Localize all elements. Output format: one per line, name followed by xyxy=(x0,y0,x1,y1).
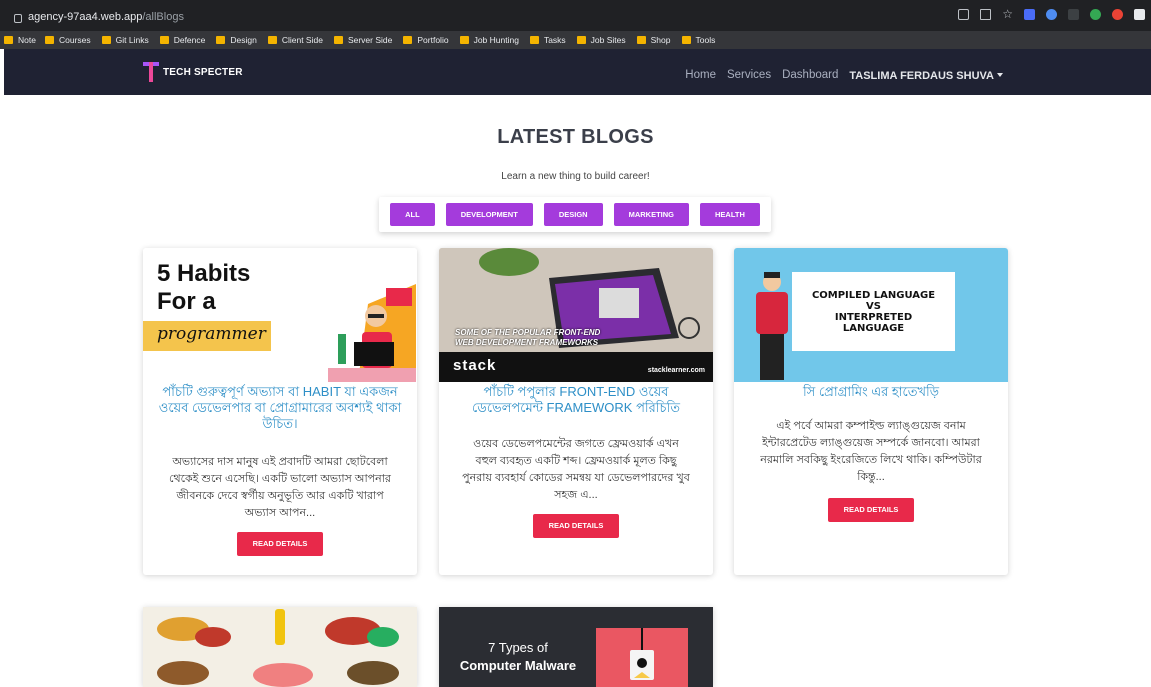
category-filter-bar: ALL DEVELOPMENT DESIGN MARKETING HEALTH xyxy=(379,197,771,232)
nav-link-dashboard[interactable]: Dashboard xyxy=(782,69,838,81)
blog-title[interactable]: সি প্রোগ্রামিং এর হাতেখড়ি xyxy=(734,384,1008,400)
tab-search-icon[interactable] xyxy=(958,9,970,20)
folder-icon xyxy=(529,36,539,44)
image-headline: 7 Types of Computer Malware xyxy=(459,640,577,673)
filter-development-button[interactable]: DEVELOPMENT xyxy=(445,203,533,226)
stack-logo: stack xyxy=(453,357,497,374)
extension-off-icon[interactable] xyxy=(1068,9,1079,20)
filter-design-button[interactable]: DESIGN xyxy=(543,203,603,226)
folder-icon xyxy=(4,36,13,44)
extension-g-icon[interactable] xyxy=(1090,9,1101,20)
bookmark-item[interactable]: Defence xyxy=(159,35,205,45)
bookmark-item[interactable]: Git Links xyxy=(101,35,149,45)
malware-illustration xyxy=(596,628,688,687)
bookmark-item[interactable]: Courses xyxy=(44,35,91,45)
bookmark-item[interactable]: Client Side xyxy=(267,35,323,45)
bookmark-item[interactable]: Shop xyxy=(636,35,671,45)
image-headline: COMPILED LANGUAGE VS INTERPRETED LANGUAG… xyxy=(811,290,936,334)
bookmark-item[interactable]: Job Sites xyxy=(576,35,626,45)
nav-link-home[interactable]: Home xyxy=(685,69,716,81)
presenter-illustration xyxy=(756,272,788,380)
folder-icon xyxy=(576,36,586,44)
blog-card-image: COMPILED LANGUAGE VS INTERPRETED LANGUAG… xyxy=(734,248,1008,382)
envelope-skull-icon xyxy=(630,628,654,680)
filter-health-button[interactable]: HEALTH xyxy=(700,203,760,226)
blog-description: এই পর্বে আমরা কম্পাইল্ড ল্যাঙ্গুয়েজ বনা… xyxy=(760,420,982,483)
blog-card: 5 Habits For a programmer পাঁচটি গুরুত্বপ… xyxy=(143,248,417,575)
folder-icon xyxy=(681,36,691,44)
user-name: TASLIMA FERDAUS SHUVA xyxy=(849,70,994,82)
nav-links: Home Services Dashboard TASLIMA FERDAUS … xyxy=(685,66,1003,84)
blog-description: ওয়েব ডেভেলপমেন্টের জগতে ফ্রেমওয়ার্ক এখ… xyxy=(462,438,690,501)
folder-icon xyxy=(216,36,226,44)
url-path: /allBlogs xyxy=(142,11,184,23)
bookmark-item[interactable]: Job Hunting xyxy=(459,35,519,45)
food-illustration xyxy=(143,607,417,687)
browser-toolbar: agency-97aa4.web.app/allBlogs ☆ xyxy=(0,0,1151,31)
address-bar[interactable]: agency-97aa4.web.app/allBlogs xyxy=(0,6,184,28)
extension-bar: ☆ xyxy=(958,8,1145,20)
bookmark-item[interactable]: Server Side xyxy=(333,35,392,45)
star-icon[interactable]: ☆ xyxy=(1002,8,1013,20)
site-navbar: TECH SPECTER Home Services Dashboard TAS… xyxy=(4,49,1151,95)
share-icon[interactable] xyxy=(980,9,992,20)
read-details-button[interactable]: READ DETAILS xyxy=(533,514,619,538)
nav-link-services[interactable]: Services xyxy=(727,69,771,81)
folder-icon xyxy=(403,36,413,44)
brand-name: TECH SPECTER xyxy=(163,66,243,78)
programmer-illustration xyxy=(328,284,416,382)
bookmark-item[interactable]: Portfolio xyxy=(403,35,449,45)
bookmark-item[interactable]: Tasks xyxy=(529,35,566,45)
filter-all-button[interactable]: ALL xyxy=(390,203,435,226)
folder-icon xyxy=(459,36,469,44)
folder-icon xyxy=(267,36,277,44)
bookmarks-bar: Note Courses Git Links Defence Design Cl… xyxy=(0,31,1151,49)
blog-card: 7 Types of Computer Malware xyxy=(439,607,713,687)
read-details-button[interactable]: READ DETAILS xyxy=(828,498,914,522)
filter-marketing-button[interactable]: MARKETING xyxy=(613,203,689,226)
extension-globe-icon[interactable] xyxy=(1046,9,1057,20)
url-host: agency-97aa4.web.app xyxy=(28,11,143,23)
user-menu[interactable]: TASLIMA FERDAUS SHUVA xyxy=(849,66,1003,84)
caret-down-icon xyxy=(997,72,1003,77)
blog-description: অভ্যাসের দাস মানুষ এই প্রবাদটি আমরা ছোটব… xyxy=(169,456,391,519)
brand-logo-link[interactable]: TECH SPECTER xyxy=(143,62,243,82)
blog-title[interactable]: পাঁচটি পপুলার FRONT-END ওয়েব ডেভেলপমেন্… xyxy=(439,384,713,416)
blog-title[interactable]: পাঁচটি গুরুত্বপূর্ণ অভ্যাস বা HABIT যা এ… xyxy=(143,384,417,432)
blog-card: SOME OF THE POPULAR FRONT-END WEB DEVELO… xyxy=(439,248,713,575)
page-subtitle: Learn a new thing to build career! xyxy=(501,171,650,182)
blog-card-image: SOME OF THE POPULAR FRONT-END WEB DEVELO… xyxy=(439,248,713,382)
lock-icon xyxy=(14,13,22,23)
image-url-text: stacklearner.com xyxy=(647,367,705,374)
read-details-button[interactable]: READ DETAILS xyxy=(237,532,323,556)
bookmark-item[interactable]: Tools xyxy=(681,35,715,45)
bookmark-item[interactable]: Note xyxy=(4,35,36,45)
extension-s-icon[interactable] xyxy=(1024,9,1035,20)
folder-icon xyxy=(101,36,111,44)
blog-card: COMPILED LANGUAGE VS INTERPRETED LANGUAG… xyxy=(734,248,1008,575)
folder-icon xyxy=(333,36,343,44)
extension-red-icon[interactable] xyxy=(1112,9,1123,20)
brand-t-icon xyxy=(143,62,159,82)
image-caption: SOME OF THE POPULAR FRONT-END WEB DEVELO… xyxy=(455,328,601,347)
bookmark-item[interactable]: Design xyxy=(216,35,257,45)
puzzle-icon[interactable] xyxy=(1134,9,1145,20)
image-programmer-banner: programmer xyxy=(143,321,271,351)
folder-icon xyxy=(44,36,54,44)
folder-icon xyxy=(636,36,646,44)
blog-card xyxy=(143,607,417,687)
page-title: LATEST BLOGS xyxy=(497,126,654,148)
image-headline: 5 Habits For a xyxy=(157,260,251,315)
folder-icon xyxy=(159,36,169,44)
blog-card-image: 5 Habits For a programmer xyxy=(143,248,417,382)
